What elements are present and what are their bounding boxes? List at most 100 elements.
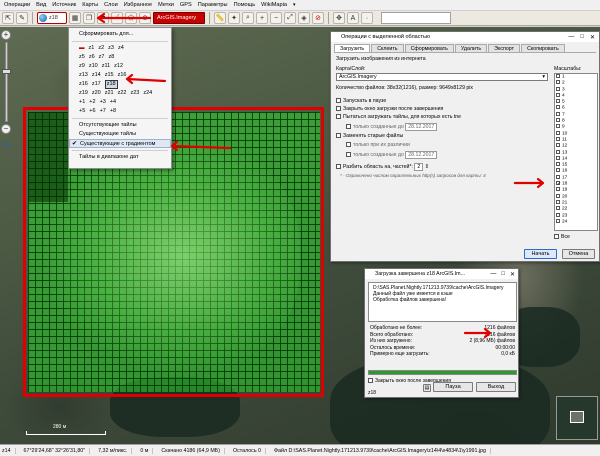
checkbox[interactable]: [336, 133, 341, 139]
dropdown-zoom-option[interactable]: z11: [102, 62, 110, 71]
close-icon[interactable]: ✕: [590, 34, 595, 41]
tab-generate[interactable]: Сформировать: [404, 44, 454, 52]
download-dialog-titlebar[interactable]: Загрузка завершена z18 ArcGIS.Im... — □ ✕: [365, 269, 518, 279]
zoom-minus-icon[interactable]: −: [1, 124, 11, 134]
operations-dialog-titlebar[interactable]: Операции с выделенной областью — □ ✕: [331, 32, 599, 42]
checkbox[interactable]: [336, 164, 341, 170]
dropdown-offset-option[interactable]: +3: [100, 98, 106, 107]
date-field-2[interactable]: 28.12.2017: [405, 151, 438, 159]
dropdown-zoom-option[interactable]: z8: [108, 53, 114, 62]
dropdown-offset-option[interactable]: +5: [79, 107, 85, 116]
tab-export[interactable]: Экспорт: [488, 44, 521, 52]
dropdown-option-missing-tiles[interactable]: Отсутствующие тайлы: [69, 121, 171, 130]
checkbox[interactable]: [336, 106, 341, 112]
zoom-selector-button[interactable]: z18: [37, 12, 67, 24]
dropdown-offset-option[interactable]: +7: [100, 107, 106, 116]
checkbox[interactable]: [336, 98, 341, 104]
option-retry-tne[interactable]: Пытаться загружать тайлы, для которых ес…: [336, 114, 461, 120]
dropdown-option-existing-tiles[interactable]: Существующие тайлы: [69, 130, 171, 139]
dropdown-zoom-option[interactable]: z10: [89, 62, 98, 71]
zoom-slider[interactable]: + −: [1, 30, 13, 150]
exit-button[interactable]: Выход: [476, 382, 516, 392]
dropdown-header[interactable]: Сформировать для...: [69, 30, 171, 39]
marks-button[interactable]: ⚑: [97, 12, 109, 24]
edit-pencil-button[interactable]: ✎: [16, 12, 28, 24]
dropdown-zoom-option[interactable]: z9: [79, 62, 85, 71]
dropdown-offset-option[interactable]: +1: [79, 98, 85, 107]
menu-settings[interactable]: Параметры: [198, 2, 228, 8]
menu-source[interactable]: Источник: [52, 2, 76, 8]
dropdown-zoom-option[interactable]: z21: [105, 89, 114, 98]
checkbox[interactable]: [336, 114, 341, 120]
cancel-button[interactable]: Отмена: [562, 249, 595, 259]
scales-list[interactable]: 1 2 3 4 5 6 7 8 9 10 11 12 13 14 15 16 1…: [554, 73, 598, 231]
grid-button[interactable]: ▦: [69, 12, 81, 24]
checkbox[interactable]: [346, 152, 351, 158]
gps-button[interactable]: ✦: [228, 12, 240, 24]
navigation-button[interactable]: ◈: [298, 12, 310, 24]
download-log[interactable]: D:\SAS.Planet.Nightly.171213.9739\cache\…: [368, 282, 517, 322]
map-source-selector[interactable]: ArcGIS.Imagery: [153, 12, 205, 24]
option-start-paused[interactable]: Запускать в паузе: [336, 98, 386, 104]
dropdown-offset-option[interactable]: +8: [110, 107, 116, 116]
minimap-viewport[interactable]: [570, 411, 584, 423]
dropdown-offset-option[interactable]: +2: [89, 98, 95, 107]
fullscreen-button[interactable]: ⤢: [284, 12, 296, 24]
option-split-area[interactable]: Разбить область на, частей*: 2 ⇕: [336, 163, 429, 171]
dropdown-zoom-option[interactable]: z3: [108, 44, 114, 53]
maximize-icon[interactable]: □: [580, 34, 584, 41]
cancel-red-button[interactable]: ⊘: [312, 12, 324, 24]
option-close-after[interactable]: Закрыть окно загрузки после завершения: [336, 106, 443, 112]
dropdown-zoom-option[interactable]: z19: [79, 89, 88, 98]
start-button[interactable]: Начать: [524, 249, 557, 259]
folder-icon[interactable]: ▤: [423, 384, 431, 392]
option-replace-old[interactable]: Заменять старые файлы: [336, 133, 403, 139]
dropdown-zoom-option[interactable]: z16: [79, 80, 88, 89]
tab-copy[interactable]: Скопировать: [521, 44, 565, 52]
polygon-button[interactable]: ⬠: [125, 12, 137, 24]
point-button[interactable]: ·: [361, 12, 373, 24]
dropdown-zoom-option-selected[interactable]: z18: [104, 80, 118, 89]
scale-item[interactable]: 24: [555, 218, 597, 225]
menu-wikimapia[interactable]: WikiMapia: [261, 2, 287, 8]
select-all-option[interactable]: Все: [554, 234, 570, 240]
dropdown-zoom-option[interactable]: z23: [131, 89, 140, 98]
zoom-plus-icon[interactable]: +: [1, 30, 11, 40]
map-layer-select[interactable]: ArcGIS.Imagery ▾: [336, 73, 548, 81]
minimap[interactable]: [556, 396, 598, 440]
option-created-before-2[interactable]: только созданные до 28.12.2017: [346, 151, 438, 159]
dropdown-option-existing-gradient[interactable]: ✔ Существующие с градиентом: [69, 139, 171, 148]
line-button[interactable]: ⟋: [111, 12, 123, 24]
menu-operations[interactable]: Операции: [4, 2, 30, 8]
dropdown-zoom-option[interactable]: z16: [118, 71, 127, 80]
search-button[interactable]: ⌕: [242, 12, 254, 24]
minimize-icon[interactable]: —: [568, 34, 574, 41]
layers-button[interactable]: ❐: [83, 12, 95, 24]
date-field-1[interactable]: 28.12.2017: [405, 123, 438, 131]
maximize-icon[interactable]: □: [501, 271, 505, 278]
dropdown-zoom-option[interactable]: z14: [92, 71, 101, 80]
checkbox[interactable]: [368, 378, 373, 384]
ruler-button[interactable]: 📏: [214, 12, 226, 24]
dropdown-zoom-option[interactable]: z17: [92, 80, 101, 89]
menu-favorites[interactable]: Избранное: [124, 2, 152, 8]
option-created-before-1[interactable]: только созданные до 28.12.2017: [346, 123, 438, 131]
tab-stitch[interactable]: Склеить: [371, 44, 404, 52]
menu-marks[interactable]: Метки: [158, 2, 174, 8]
minimize-icon[interactable]: —: [490, 271, 496, 278]
tab-download[interactable]: Загрузить: [334, 44, 371, 52]
dropdown-zoom-option[interactable]: z5: [79, 53, 85, 62]
zoom-out-button[interactable]: −: [270, 12, 282, 24]
dropdown-zoom-option[interactable]: z2: [98, 44, 104, 53]
menu-layers[interactable]: Слои: [104, 2, 118, 8]
dropdown-zoom-option[interactable]: z12: [114, 62, 123, 71]
dropdown-zoom-option[interactable]: z20: [92, 89, 101, 98]
move-button[interactable]: ✥: [333, 12, 345, 24]
checkbox[interactable]: [346, 142, 351, 148]
dropdown-zoom-option[interactable]: z22: [118, 89, 127, 98]
tab-delete[interactable]: Удалить: [454, 44, 488, 52]
menu-view[interactable]: Вид: [36, 2, 46, 8]
dropdown-offset-option[interactable]: +4: [110, 98, 116, 107]
dropdown-zoom-option[interactable]: z7: [99, 53, 105, 62]
select-pointer-button[interactable]: ⇱: [2, 12, 14, 24]
